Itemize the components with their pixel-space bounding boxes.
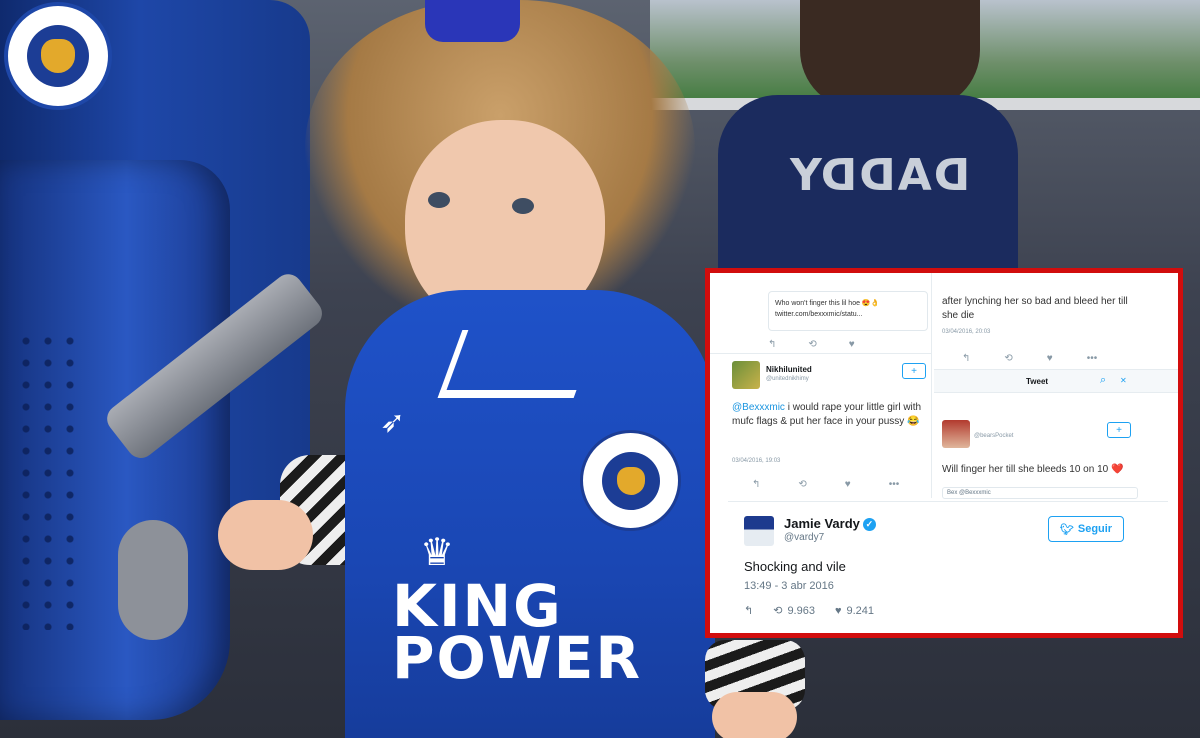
vardy-tweet-text: Shocking and vile — [744, 559, 846, 574]
like-icon[interactable]: ♥ — [845, 479, 851, 490]
more-icon[interactable]: ••• — [1087, 353, 1098, 364]
like-action[interactable]: ♥ 9.241 — [835, 605, 874, 617]
nikhil-actions: ↰ ⟲ ♥ ••• — [752, 479, 899, 490]
follow-button[interactable]: 🐦︎ Seguir — [1048, 516, 1124, 542]
bears-avatar[interactable] — [942, 420, 970, 448]
quoted-actions: ↰ ⟲ ♥ — [768, 339, 855, 350]
mention-link[interactable]: @Bexxxmic — [732, 402, 785, 413]
jersey-sponsor: KING POWER — [392, 577, 643, 692]
vardy-handle[interactable]: @vardy7 — [784, 532, 824, 543]
hair-bow — [425, 0, 520, 42]
reply-icon[interactable]: ↰ — [752, 479, 760, 490]
lynching-actions: ↰ ⟲ ♥ ••• — [962, 353, 1097, 364]
quoted-tweet[interactable]: Who won't finger this lil hoe 😍👌 twitter… — [768, 291, 928, 331]
retweet-count: 9.963 — [787, 604, 815, 617]
seat-vent-holes — [15, 330, 75, 630]
twitter-bird-icon: 🐦︎ — [1059, 523, 1074, 536]
nikhil-tweet-text: @Bexxxmic i would rape your little girl … — [732, 401, 928, 429]
left-tweet-column: Who won't finger this lil hoe 😍👌 twitter… — [710, 273, 932, 498]
seat-hinge — [118, 520, 188, 640]
nikhil-timestamp: 03/04/2016, 19:03 — [732, 458, 781, 464]
bears-quote-card[interactable]: Bex @Bexxxmic — [942, 487, 1138, 499]
tweet-header-title: Tweet — [1026, 377, 1049, 386]
left-eye — [428, 192, 450, 208]
like-icon: ♥ — [834, 604, 842, 617]
vardy-tweet-actions: ↰ ⟲ 9.963 ♥ 9.241 — [744, 604, 874, 618]
retweet-icon[interactable]: ⟲ — [1004, 353, 1012, 364]
like-count: 9.241 — [846, 604, 875, 617]
club-crest-icon — [4, 2, 112, 110]
sibling-shirt-text: DADDY — [788, 150, 971, 201]
vardy-avatar[interactable] — [744, 516, 774, 546]
quoted-tweet-text: Who won't finger this lil hoe 😍👌 — [775, 300, 880, 307]
tweets-screenshot-inset: Who won't finger this lil hoe 😍👌 twitter… — [705, 268, 1183, 638]
lynching-tweet-text: after lynching her so bad and bleed her … — [942, 296, 1128, 321]
retweet-action[interactable]: ⟲ 9.963 — [773, 604, 815, 618]
left-hand — [218, 500, 313, 570]
right-eye — [512, 198, 534, 214]
search-icon[interactable]: ⌕ — [1100, 374, 1106, 387]
vardy-tweet-time[interactable]: 13:49 - 3 abr 2016 — [744, 580, 834, 592]
vardy-name-text: Jamie Vardy — [784, 516, 860, 531]
reply-icon[interactable]: ↰ — [962, 353, 970, 364]
reply-icon[interactable]: ↰ — [768, 339, 776, 350]
follow-icon[interactable]: + — [1107, 422, 1131, 438]
close-icon[interactable]: ✕ — [1120, 376, 1127, 385]
vardy-display-name[interactable]: Jamie Vardy ✓ — [784, 516, 876, 532]
quoted-tweet-link[interactable]: twitter.com/bexxxmic/statu... — [775, 309, 921, 320]
like-icon[interactable]: ♥ — [849, 339, 855, 350]
retweet-icon[interactable]: ⟲ — [798, 479, 806, 490]
nikhil-avatar[interactable] — [732, 361, 760, 389]
crown-icon: ♛ — [420, 532, 455, 574]
jersey-crest-icon — [580, 430, 681, 531]
lynching-timestamp: 03/04/2016, 20:03 — [942, 329, 991, 335]
vardy-tweet-card: Jamie Vardy ✓ @vardy7 🐦︎ Seguir Shocking … — [728, 501, 1168, 633]
like-icon[interactable]: ♥ — [1047, 353, 1053, 364]
right-tweet-column: after lynching her so bad and bleed her … — [934, 273, 1178, 499]
tweet-header-bar: Tweet ⌕ ✕ — [934, 369, 1178, 393]
bears-handle[interactable]: @bearsPocket — [974, 433, 1013, 439]
jersey-collar — [437, 330, 599, 398]
sibling-head — [800, 0, 980, 110]
bears-tweet-text: Will finger her till she bleeds 10 on 10… — [942, 464, 1124, 475]
retweet-icon: ⟲ — [773, 605, 783, 617]
follow-label: Seguir — [1077, 523, 1113, 535]
more-icon[interactable]: ••• — [889, 479, 900, 490]
right-hand — [712, 692, 797, 738]
puma-logo-icon: ➶ — [380, 406, 406, 439]
follow-icon[interactable]: + — [902, 363, 926, 379]
sponsor-line-2: POWER — [392, 624, 643, 692]
nikhil-handle[interactable]: @unitednikhimy — [766, 376, 809, 382]
nikhil-name[interactable]: Nikhilunited — [766, 365, 812, 374]
retweet-icon[interactable]: ⟲ — [808, 339, 816, 350]
verified-icon: ✓ — [862, 518, 876, 532]
reply-icon[interactable]: ↰ — [744, 604, 753, 617]
